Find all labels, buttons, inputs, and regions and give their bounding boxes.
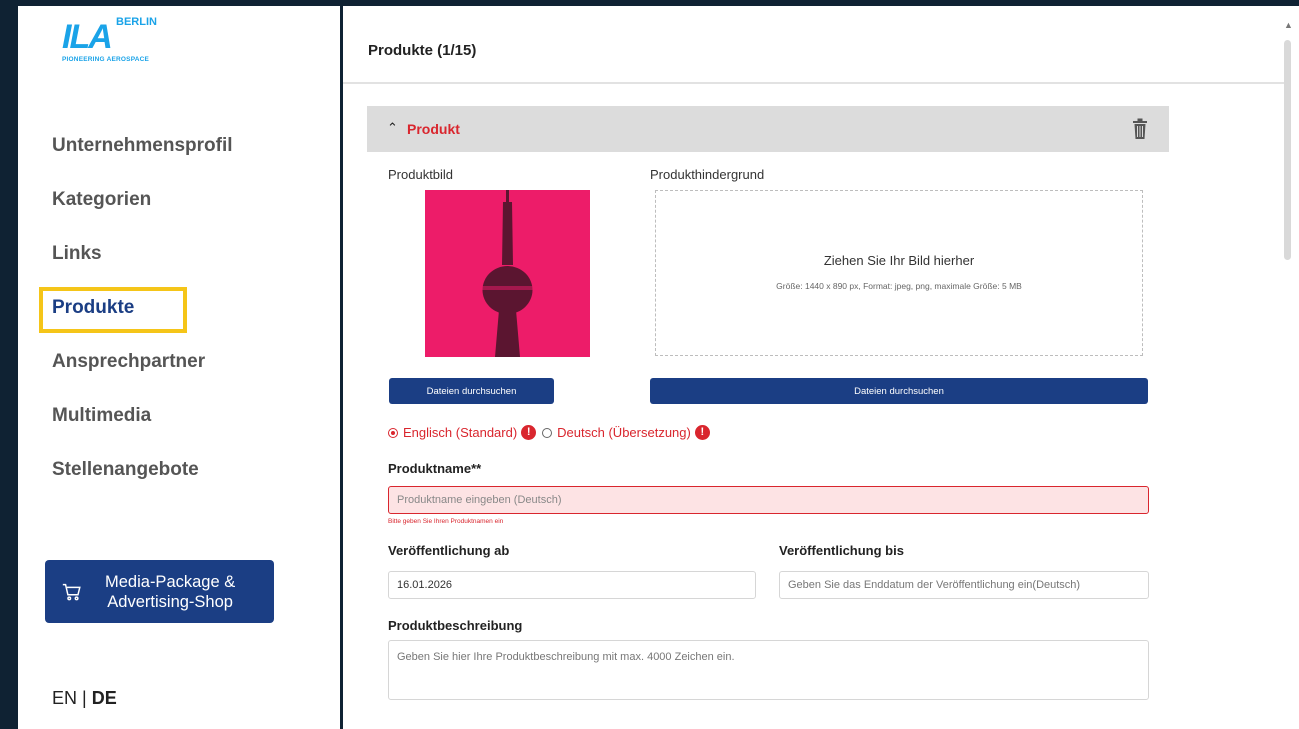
- radio-english-label[interactable]: Englisch (Standard): [403, 425, 517, 440]
- product-image-preview: [425, 190, 590, 357]
- product-name-input[interactable]: Produktname eingeben (Deutsch): [388, 486, 1149, 514]
- radio-english[interactable]: [388, 427, 398, 438]
- active-item-highlight: [39, 287, 187, 333]
- tv-tower-image: [482, 190, 533, 357]
- dropzone-hint: Größe: 1440 x 890 px, Format: jpeg, png,…: [776, 281, 1022, 291]
- shop-button-line2: Advertising-Shop: [107, 592, 233, 611]
- publish-from-input[interactable]: 16.01.2026: [388, 571, 756, 599]
- publish-from-label: Veröffentlichung ab: [388, 543, 510, 558]
- radio-german[interactable]: [542, 427, 553, 438]
- product-card: ⌃ Produkt Produktbild Produkthindergrund…: [367, 106, 1169, 729]
- radio-german-label[interactable]: Deutsch (Übersetzung): [557, 425, 691, 440]
- lang-en[interactable]: EN: [52, 688, 77, 708]
- warning-icon: !: [694, 425, 710, 440]
- chevron-up-icon[interactable]: ⌃: [387, 120, 398, 136]
- logo-tagline: PIONEERING AEROSPACE: [62, 56, 150, 63]
- media-shop-button[interactable]: Media-Package & Advertising-Shop: [45, 560, 274, 623]
- product-image-label: Produktbild: [388, 167, 454, 182]
- sidebar-item-links[interactable]: Links: [52, 238, 233, 292]
- description-textarea[interactable]: Geben Sie hier Ihre Produktbeschreibung …: [388, 640, 1149, 700]
- description-label: Produktbeschreibung: [388, 618, 523, 633]
- sidebar-item-stellenangebote[interactable]: Stellenangebote: [52, 454, 233, 508]
- lang-separator: |: [77, 688, 92, 708]
- product-section-header[interactable]: ⌃ Produkt: [367, 106, 1169, 152]
- product-name-label: Produktname**: [388, 461, 482, 476]
- warning-icon: !: [521, 425, 537, 440]
- background-dropzone[interactable]: Ziehen Sie Ihr Bild hierher Größe: 1440 …: [655, 190, 1143, 356]
- page-header: Produkte (1/15): [343, 6, 1285, 84]
- publish-until-label: Veröffentlichung bis: [779, 543, 904, 558]
- logo-city: BERLIN: [116, 16, 157, 28]
- sidebar-item-ansprechpartner[interactable]: Ansprechpartner: [52, 346, 233, 400]
- page-title: Produkte (1/15): [368, 42, 477, 59]
- browse-files-button-background[interactable]: Dateien durchsuchen: [650, 378, 1148, 404]
- browse-files-button-image[interactable]: Dateien durchsuchen: [389, 378, 554, 404]
- language-radio-group: Englisch (Standard) ! Deutsch (Übersetzu…: [388, 425, 716, 440]
- product-background-label: Produkthindergrund: [650, 167, 765, 182]
- sidebar-item-kategorien[interactable]: Kategorien: [52, 184, 233, 238]
- dropzone-title: Ziehen Sie Ihr Bild hierher: [823, 253, 975, 268]
- shop-button-label: Media-Package & Advertising-Shop: [105, 572, 235, 612]
- lang-de[interactable]: DE: [92, 688, 117, 708]
- sidebar-item-multimedia[interactable]: Multimedia: [52, 400, 233, 454]
- publish-until-input[interactable]: Geben Sie das Enddatum der Veröffentlich…: [779, 571, 1149, 599]
- product-name-error: Bitte geben Sie Ihren Produktnamen ein: [388, 518, 504, 525]
- product-section-label: Produkt: [407, 121, 460, 137]
- scrollbar-thumb[interactable]: [1284, 40, 1291, 260]
- shop-button-line1: Media-Package &: [105, 572, 236, 591]
- ila-logo[interactable]: ILA BERLIN PIONEERING AEROSPACE: [44, 14, 184, 66]
- logo-mark: ILA: [62, 18, 113, 56]
- cart-icon: [62, 583, 81, 600]
- scroll-up-arrow-icon[interactable]: ▲: [1284, 20, 1293, 30]
- trash-icon[interactable]: [1131, 118, 1149, 140]
- language-switcher: EN | DE: [52, 688, 117, 709]
- sidebar-item-unternehmensprofil[interactable]: Unternehmensprofil: [52, 130, 233, 184]
